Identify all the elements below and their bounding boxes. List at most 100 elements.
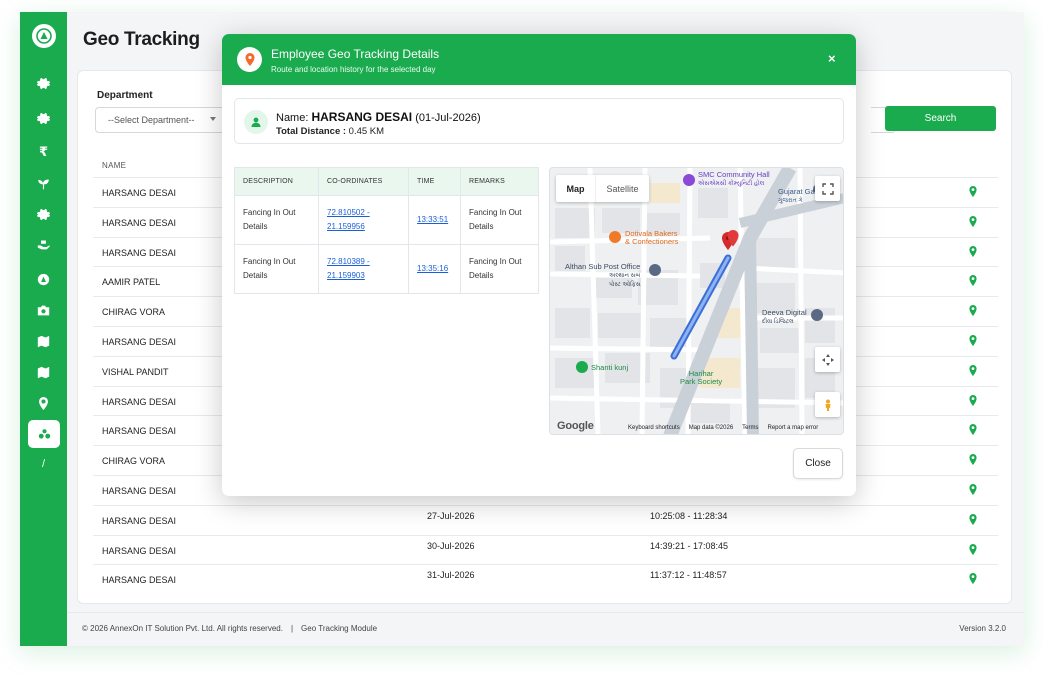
employee-name-cell: CHIRAG VORA: [102, 456, 166, 467]
copyright-text: © 2026 AnnexOn IT Solution Pvt. Ltd. All…: [82, 624, 283, 633]
location-pin-icon: [237, 47, 262, 72]
coordinates-link[interactable]: 72.810502 - 21.159956: [327, 208, 370, 231]
location-icon[interactable]: [969, 454, 977, 466]
table-row[interactable]: HARSANG DESAI 30-Jul-2026 14:39:21 - 17:08…: [93, 534, 998, 565]
route-map[interactable]: SMC Community Hall એસએમસી કોમ્યુનિટી હોલ …: [549, 167, 844, 435]
map-icon[interactable]: [20, 329, 67, 353]
time-link[interactable]: 13:35:16: [417, 264, 448, 273]
gear-icon[interactable]: [20, 71, 67, 95]
table-row: Fancing In Out Details 72.810502 - 21.15…: [234, 195, 539, 245]
geo-tracking-icon[interactable]: [28, 420, 60, 448]
location-icon[interactable]: [969, 543, 977, 555]
satellite-view-button[interactable]: Satellite: [596, 175, 649, 202]
employee-name: HARSANG DESAI: [311, 110, 413, 124]
footer-separator: |: [290, 624, 294, 633]
app-icon[interactable]: [20, 267, 67, 291]
map-place-name: Park Society: [680, 377, 723, 386]
page-title: Geo Tracking: [83, 29, 200, 50]
location-icon[interactable]: [969, 483, 977, 495]
table-row[interactable]: HARSANG DESAI 27-Jul-2026 10:25:08 - 11:28…: [93, 504, 998, 535]
location-icon[interactable]: [969, 186, 977, 197]
location-icon[interactable]: [969, 364, 977, 376]
location-icon[interactable]: [969, 394, 977, 406]
employee-name-cell: CHIRAG VORA: [102, 307, 166, 318]
terms-link[interactable]: Terms: [742, 425, 758, 431]
geo-tracking-modal: Employee Geo Tracking Details Route and …: [222, 34, 856, 496]
remarks-cell: Fancing In Out Details: [460, 195, 539, 245]
total-distance: Total Distance : 0.45 KM: [276, 126, 384, 137]
location-icon[interactable]: [969, 275, 977, 287]
location-icon[interactable]: [969, 305, 977, 317]
settings-icon[interactable]: [20, 106, 67, 130]
module-name: Geo Tracking Module: [301, 624, 378, 633]
rupee-icon[interactable]: ₹: [20, 140, 67, 164]
employee-name-cell: HARSANG DESAI: [102, 336, 177, 347]
coordinates-link[interactable]: 72.810389 - 21.159903: [327, 257, 370, 280]
employee-name-cell: VISHAL PANDIT: [102, 366, 169, 377]
close-icon[interactable]: ×: [828, 52, 836, 65]
employee-name-cell: HARSANG DESAI: [102, 217, 177, 228]
time-range-cell: 11:37:12 - 11:48:57: [650, 570, 727, 581]
time-link[interactable]: 13:33:51: [417, 215, 448, 224]
fullscreen-button[interactable]: [815, 176, 840, 201]
pegman-icon: [825, 399, 830, 411]
fullscreen-icon: [821, 182, 834, 195]
location-icon[interactable]: [969, 334, 977, 346]
modal-header: Employee Geo Tracking Details Route and …: [222, 34, 856, 85]
description-cell: Fancing In Out Details: [234, 244, 319, 294]
logo-icon: [36, 28, 52, 44]
map-view-button[interactable]: Map: [556, 175, 596, 202]
modal-subtitle: Route and location history for the selec…: [271, 65, 436, 74]
keyboard-shortcuts-link[interactable]: Keyboard shortcuts: [628, 425, 680, 431]
plant-icon[interactable]: [20, 171, 67, 195]
search-button[interactable]: Search: [885, 106, 996, 131]
map-canvas: [550, 168, 843, 434]
department-select-value: --Select Department--: [108, 115, 195, 125]
column-header: DESCRIPTION: [234, 167, 319, 196]
map-attribution: Keyboard shortcuts Map data ©2026 Terms Rep…: [628, 425, 827, 431]
app-logo[interactable]: [32, 24, 56, 48]
location-icon[interactable]: [969, 245, 977, 257]
version-text: Version 3.2.0: [959, 624, 1006, 633]
map-place-name-local: અલ્થાન સબ: [609, 273, 641, 279]
close-button[interactable]: Close: [793, 448, 843, 479]
employee-name-cell: AAMIR PATEL: [102, 277, 161, 288]
chevron-down-icon: [210, 117, 216, 121]
user-icon: [244, 110, 268, 134]
report-map-error-link[interactable]: Report a map error: [768, 425, 819, 431]
employee-name-cell: HARSANG DESAI: [102, 515, 177, 526]
table-header-row: DESCRIPTION CO-ORDINATES TIME REMARKS: [234, 167, 539, 196]
gujarat-label: Gujarat Ga ગુજરાત ગે: [778, 188, 815, 205]
date-cell: 27-Jul-2026: [427, 510, 475, 521]
map-place-name-local: પોસ્ટ ઓફિસ: [609, 282, 641, 288]
location-icon[interactable]: [969, 424, 977, 436]
harihar-label: Harihar Park Society: [680, 370, 722, 386]
map-place-name: Althan Sub Post Office: [565, 262, 641, 271]
employee-name-line: Name: HARSANG DESAI (01-Jul-2026): [276, 110, 481, 124]
table-row[interactable]: HARSANG DESAI 31-Jul-2026 11:37:12 - 11:48…: [93, 564, 998, 594]
street-view-button[interactable]: [815, 392, 840, 417]
settings-icon[interactable]: [20, 202, 67, 226]
location-history-table: DESCRIPTION CO-ORDINATES TIME REMARKS Fa…: [234, 167, 539, 294]
map-icon[interactable]: [20, 360, 67, 384]
employee-name-cell: HARSANG DESAI: [102, 188, 177, 198]
total-distance-label: Total Distance :: [276, 126, 349, 137]
recenter-button[interactable]: [815, 347, 840, 372]
move-icon: [821, 353, 834, 366]
department-select[interactable]: --Select Department--: [95, 107, 225, 133]
map-place-name: Deeva Digital: [762, 308, 807, 317]
location-icon[interactable]: [969, 573, 977, 585]
location-icon[interactable]: [969, 513, 977, 525]
footer: © 2026 AnnexOn IT Solution Pvt. Ltd. All…: [67, 612, 1024, 646]
employee-name-cell: HARSANG DESAI: [102, 485, 177, 496]
remarks-cell: Fancing In Out Details: [460, 244, 539, 294]
google-logo: Google: [557, 420, 594, 432]
employee-card: Name: HARSANG DESAI (01-Jul-2026) Total …: [234, 98, 844, 144]
location-icon[interactable]: [969, 215, 977, 227]
althan-label: Althan Sub Post Office અલ્થાન સબ પોસ્ટ ઓફિ…: [565, 263, 641, 289]
location-icon[interactable]: [20, 391, 67, 415]
hand-icon[interactable]: [20, 232, 67, 256]
employee-name-cell: HARSANG DESAI: [102, 575, 177, 586]
camera-icon[interactable]: [20, 298, 67, 322]
date-cell: 30-Jul-2026: [427, 540, 475, 551]
